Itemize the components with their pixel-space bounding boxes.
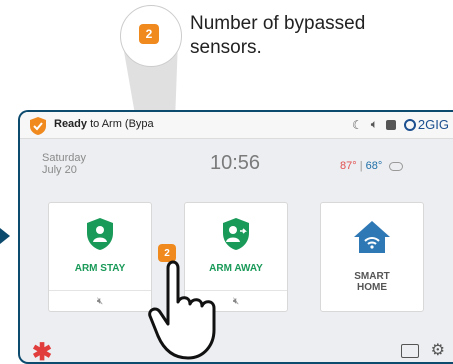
- gear-icon[interactable]: ⚙: [431, 340, 445, 360]
- smart-home-line-2: HOME: [357, 282, 387, 293]
- clock: 10:56: [210, 152, 261, 174]
- smart-home-label: SMART HOME: [321, 271, 423, 293]
- temp-separator: |: [356, 160, 366, 172]
- callout-text: Number of bypassed sensors.: [190, 12, 365, 60]
- arm-stay-tile[interactable]: ARM STAY 🔇︎: [48, 202, 152, 312]
- arm-stay-footer[interactable]: 🔇︎: [49, 290, 151, 311]
- callout-line-2: sensors.: [190, 37, 262, 58]
- status-detail: to Arm (Bypa: [87, 118, 154, 130]
- cloud-icon: [389, 161, 404, 171]
- date-label: July 20: [42, 164, 77, 176]
- topbar-icons: ☾ 🔈︎ 2GIG: [352, 117, 449, 132]
- mute-speaker-icon: 🔇︎: [96, 295, 104, 307]
- weather[interactable]: 87° | 68°: [340, 160, 404, 172]
- keypad-icon[interactable]: [401, 344, 419, 358]
- brand-logo-icon: [403, 118, 416, 131]
- arm-stay-shield-icon: [87, 218, 113, 250]
- smart-home-line-1: SMART: [354, 271, 390, 282]
- camera-icon[interactable]: [385, 119, 396, 130]
- ready-shield-icon[interactable]: [28, 116, 48, 136]
- day-label: Saturday: [42, 152, 87, 164]
- brand-logo: 2GIG: [403, 117, 449, 132]
- arm-away-shield-icon: [223, 218, 249, 250]
- smart-home-icon: [354, 221, 390, 253]
- date-block: Saturday July 20: [42, 152, 86, 176]
- callout-line-1: Number of bypassed: [190, 13, 366, 34]
- bottom-bar: ✱ ⚙: [20, 338, 453, 362]
- control-panel-screen: Ready to Arm (Bypa ☾ 🔈︎ 2GIG Saturday Ju…: [18, 110, 453, 364]
- speaker-icon[interactable]: 🔈︎: [371, 117, 378, 132]
- status-bar: Ready to Arm (Bypa ☾ 🔈︎ 2GIG: [20, 112, 453, 139]
- callout-bypass-badge: 2: [139, 24, 159, 44]
- info-row: Saturday July 20 10:56 87° | 68°: [20, 140, 453, 190]
- smart-home-tile[interactable]: SMART HOME: [320, 202, 424, 312]
- pointer-arrow-icon: [0, 228, 10, 244]
- status-ready: Ready: [54, 118, 88, 130]
- emergency-icon[interactable]: ✱: [32, 338, 52, 362]
- temp-low: 68°: [365, 160, 383, 172]
- arm-status-text[interactable]: Ready to Arm (Bypa: [54, 118, 154, 130]
- brand-name: 2GIG: [417, 117, 449, 132]
- moon-icon[interactable]: ☾: [352, 118, 363, 132]
- temp-high: 87°: [340, 160, 357, 172]
- arm-stay-label: ARM STAY: [74, 263, 126, 274]
